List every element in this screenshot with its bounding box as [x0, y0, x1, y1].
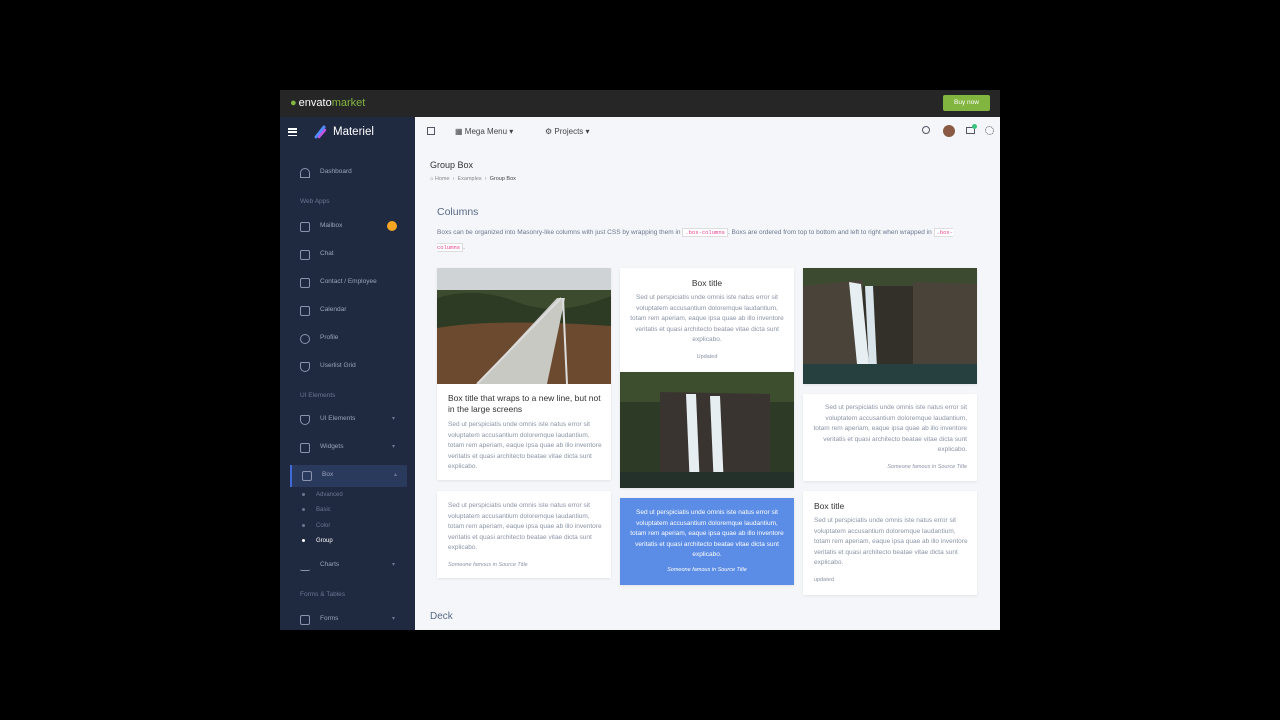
chart-line-icon: [300, 561, 310, 571]
chevron-down-icon: ▾: [391, 444, 395, 450]
chevron-down-icon: ▾: [391, 616, 395, 622]
main-content: ▦ Mega Menu ▾ ⚙ Projects ▾ Group Box ⌂ H…: [415, 117, 1000, 630]
sidebar-item-widgets[interactable]: Widgets ▾: [290, 437, 405, 459]
card-text: Sed ut perspiciatis unde omnis iste natu…: [630, 294, 784, 343]
box-card-titled: Box title Sed ut perspiciatis unde omnis…: [803, 491, 977, 595]
app-frame: ● envatomarket Buy now Materiel Dashboard…: [280, 90, 1000, 630]
sidebar-subitem-color[interactable]: Color: [302, 523, 330, 529]
envato-topbar: ● envatomarket Buy now: [280, 90, 1000, 117]
card-text: Sed ut perspiciatis unde omnis iste natu…: [814, 517, 968, 566]
chevron-up-icon: ▴: [393, 472, 397, 478]
chat-icon: [300, 250, 310, 260]
card-text: Sed ut perspiciatis unde omnis iste natu…: [448, 421, 602, 470]
sidebar-item-dashboard[interactable]: Dashboard: [290, 162, 405, 184]
sidebar-subitem-advanced[interactable]: Advanced: [302, 492, 343, 498]
sidebar-item-chat[interactable]: Chat: [290, 244, 405, 266]
chevron-down-icon: ▾: [585, 127, 590, 136]
buy-now-button[interactable]: Buy now: [943, 95, 990, 111]
breadcrumb: ⌂ Home › Examples › Group Box: [430, 176, 516, 182]
contact-card-icon: [300, 278, 310, 288]
card-footer: Someone famous in Source Title: [887, 464, 967, 470]
bridge-image: [437, 268, 611, 384]
section-ui-elements: UI Elements: [300, 392, 336, 399]
mailbox-badge: [387, 221, 397, 231]
sidebar-item-box[interactable]: Box ▴: [290, 465, 407, 487]
brand-header: Materiel: [280, 117, 415, 149]
leaf-icon: ●: [290, 97, 297, 109]
card-footer: Updated: [696, 354, 718, 360]
card-title: Box title: [814, 501, 845, 511]
bullet-icon: [302, 507, 305, 511]
card-text: Sed ut perspiciatis unde omnis iste natu…: [448, 502, 602, 551]
fullscreen-icon[interactable]: [427, 127, 435, 135]
clipboard-icon: [300, 615, 310, 625]
box-card-waterfall-2: [803, 268, 977, 384]
section-description: Boxs can be organized into Masonry-like …: [437, 228, 954, 252]
waterfall-image: [620, 372, 794, 488]
section-web-apps: Web Apps: [300, 198, 330, 205]
sidebar-subitem-basic[interactable]: Basic: [302, 507, 331, 513]
page-title: Group Box: [430, 160, 474, 170]
card-title: Box title that wraps to a new line, but …: [448, 393, 601, 414]
brand-name: Materiel: [333, 126, 374, 138]
box-card-image: Box title that wraps to a new line, but …: [437, 268, 611, 480]
section-forms-tables: Forms & Tables: [300, 591, 346, 598]
section-title-columns: Columns: [437, 206, 479, 218]
card-title: Box title: [691, 278, 723, 288]
bullet-icon: [302, 538, 305, 542]
app-header: ▦ Mega Menu ▾ ⚙ Projects ▾: [415, 117, 1000, 149]
sidebar-item-calendar[interactable]: Calendar: [290, 300, 405, 322]
sidebar-item-userlist[interactable]: Userlist Grid: [290, 356, 405, 378]
chevron-down-icon: ▾: [391, 562, 395, 568]
chevron-down-icon: ▾: [391, 416, 395, 422]
sidebar-item-mailbox[interactable]: Mailbox: [290, 216, 405, 238]
search-icon[interactable]: [922, 126, 930, 134]
hamburger-icon[interactable]: [288, 128, 297, 137]
calendar-icon: [300, 306, 310, 316]
box-card-highlight: Sed ut perspiciatis unde omnis iste natu…: [620, 498, 794, 585]
home-icon: ⌂: [430, 176, 434, 182]
card-footer: Someone famous in Source Title: [448, 562, 528, 568]
card-text: Sed ut perspiciatis unde omnis iste natu…: [813, 404, 967, 453]
mail-icon: [300, 222, 310, 232]
bullet-icon: [302, 523, 305, 527]
gears-icon: ⚙: [545, 127, 553, 136]
breadcrumb-current: Group Box: [489, 176, 516, 182]
card-footer: Someone famous in Source Title: [667, 567, 747, 573]
box-icon: [302, 471, 312, 481]
notification-dot: [972, 124, 977, 129]
card-footer: updated: [814, 577, 834, 583]
box-card-quote: Sed ut perspiciatis unde omnis iste natu…: [437, 491, 611, 578]
gear-icon[interactable]: [985, 126, 994, 135]
brand-logo-icon: [314, 125, 327, 139]
sidebar: Materiel Dashboard Web Apps Mailbox Chat…: [280, 117, 415, 630]
box-card-quote-right: Sed ut perspiciatis unde omnis iste natu…: [803, 394, 977, 481]
box-card-waterfall: [620, 372, 794, 488]
avatar[interactable]: [943, 125, 955, 137]
projects-button[interactable]: ⚙ Projects ▾: [545, 127, 590, 136]
breadcrumb-examples[interactable]: Examples: [457, 176, 481, 182]
section-title-deck: Deck: [430, 611, 453, 622]
sidebar-item-forms[interactable]: Forms ▾: [290, 609, 405, 630]
grid-icon: ▦: [455, 127, 463, 136]
sidebar-subitem-group[interactable]: Group: [302, 538, 333, 544]
envato-logo[interactable]: ● envatomarket: [290, 97, 365, 109]
waterfall-image: [803, 268, 977, 384]
widgets-icon: [300, 443, 310, 453]
dashboard-icon: [300, 168, 310, 178]
box-card-text-center: Box title Sed ut perspiciatis unde omnis…: [620, 268, 794, 372]
sidebar-item-ui-elements[interactable]: UI Elements ▾: [290, 409, 405, 431]
chevron-down-icon: ▾: [509, 127, 514, 136]
shield-icon: [300, 362, 310, 372]
card-text: Sed ut perspiciatis unde omnis iste natu…: [630, 509, 784, 558]
sidebar-item-profile[interactable]: Profile: [290, 328, 405, 350]
sidebar-item-charts[interactable]: Charts ▾: [290, 555, 405, 577]
bullet-icon: [302, 492, 305, 496]
user-icon: [300, 334, 310, 344]
shield-icon: [300, 415, 310, 425]
sidebar-item-contact[interactable]: Contact / Employee: [290, 272, 405, 294]
breadcrumb-home[interactable]: Home: [435, 176, 450, 182]
mega-menu-button[interactable]: ▦ Mega Menu ▾: [455, 127, 513, 136]
code-snippet: .box-columns: [682, 228, 728, 237]
